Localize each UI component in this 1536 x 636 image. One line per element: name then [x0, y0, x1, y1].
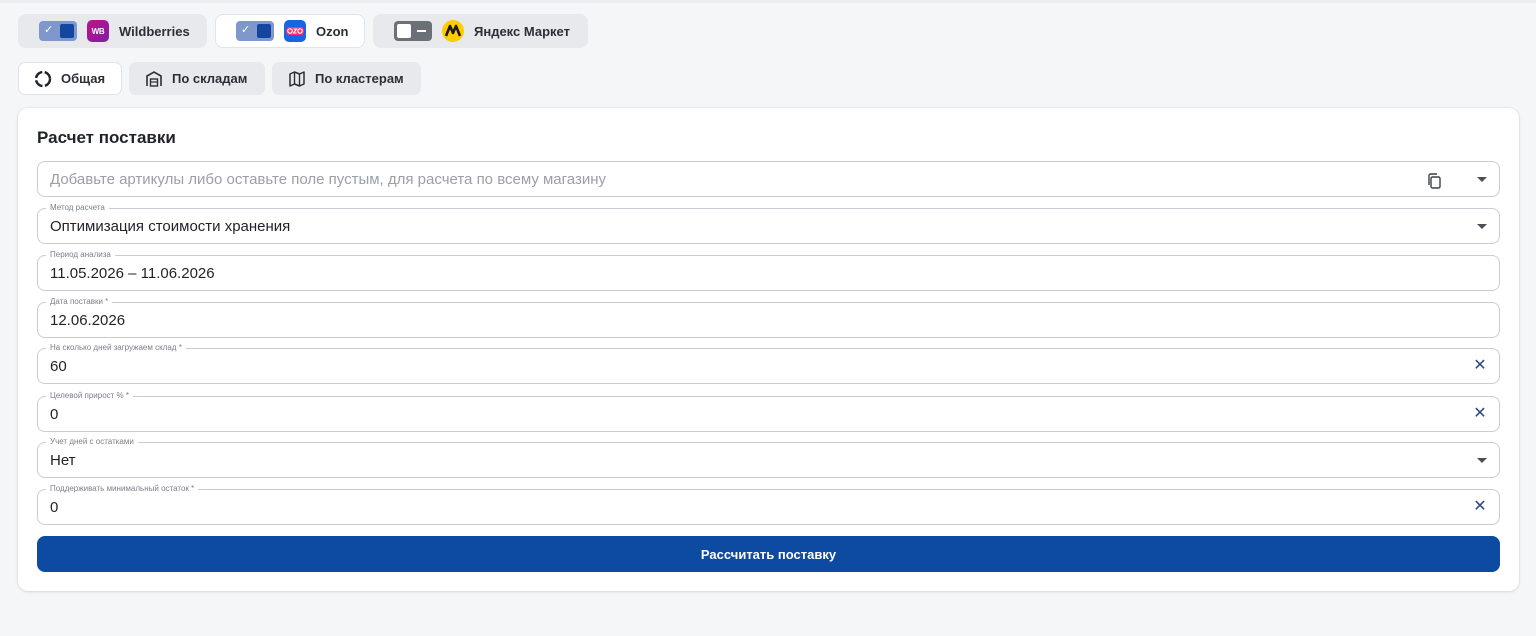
- days-stock-label: На сколько дней загружаем склад *: [46, 343, 186, 353]
- calculate-supply-button[interactable]: Рассчитать поставку: [37, 536, 1500, 572]
- card-title: Расчет поставки: [37, 128, 176, 147]
- ozon-switch[interactable]: ✓: [236, 21, 274, 41]
- wildberries-logo-icon: WB: [87, 20, 109, 42]
- period-label: Период анализа: [46, 250, 115, 260]
- growth-field[interactable]: Целевой прирост % * 0 ✕: [37, 391, 1500, 432]
- method-label: Метод расчета: [46, 203, 109, 213]
- copy-icon[interactable]: [1427, 173, 1441, 189]
- articles-input[interactable]: [50, 171, 1350, 188]
- clear-icon[interactable]: ✕: [1473, 499, 1487, 515]
- yandex-market-logo-icon: [442, 20, 464, 42]
- marketplace-label: Ozon: [316, 23, 349, 39]
- tab-label: По складам: [172, 71, 248, 86]
- clear-icon[interactable]: ✕: [1473, 406, 1487, 422]
- top-divider: [0, 0, 1536, 3]
- marketplace-label: Яндекс Маркет: [474, 23, 570, 39]
- stock-days-select[interactable]: Учет дней с остатками Нет: [37, 437, 1500, 478]
- marketplace-yandex-market[interactable]: Яндекс Маркет: [373, 14, 588, 48]
- chevron-down-icon[interactable]: [1477, 224, 1487, 229]
- supply-calculation-card: Расчет поставки Метод расчета Оптимизаци…: [18, 108, 1519, 591]
- days-stock-value: 60: [50, 358, 67, 375]
- delivery-date-label: Дата поставки *: [46, 297, 113, 307]
- days-stock-field[interactable]: На сколько дней загружаем склад * 60 ✕: [37, 343, 1500, 384]
- articles-field[interactable]: [37, 161, 1500, 197]
- delivery-date-field[interactable]: Дата поставки * 12.06.2026: [37, 297, 1500, 338]
- growth-label: Целевой прирост % *: [46, 391, 134, 401]
- chevron-down-icon[interactable]: [1477, 177, 1487, 182]
- stock-days-value: Нет: [50, 452, 76, 469]
- growth-value: 0: [50, 406, 59, 423]
- ozon-logo-icon: [284, 20, 306, 42]
- period-value: 11.05.2026 – 11.06.2026: [50, 265, 215, 282]
- check-icon: ✓: [44, 24, 54, 36]
- warehouse-icon: [146, 70, 162, 87]
- min-stock-value: 0: [50, 499, 59, 516]
- min-stock-field[interactable]: Поддерживать минимальный остаток * 0 ✕: [37, 484, 1500, 525]
- tab-label: Общая: [61, 71, 106, 86]
- tab-by-warehouses[interactable]: По складам: [129, 62, 265, 95]
- view-tabs: Общая По складам По кластерам: [18, 62, 421, 95]
- marketplace-label: Wildberries: [119, 23, 190, 39]
- map-icon: [289, 70, 305, 87]
- period-field[interactable]: Период анализа 11.05.2026 – 11.06.2026: [37, 250, 1500, 291]
- wildberries-switch[interactable]: ✓: [39, 21, 77, 41]
- clear-icon[interactable]: ✕: [1473, 358, 1487, 374]
- method-value: Оптимизация стоимости хранения: [50, 218, 291, 235]
- delivery-date-value: 12.06.2026: [50, 312, 126, 329]
- min-stock-label: Поддерживать минимальный остаток *: [46, 484, 199, 494]
- method-select[interactable]: Метод расчета Оптимизация стоимости хран…: [37, 203, 1500, 244]
- marketplace-toggles: ✓ WB Wildberries ✓ Ozon Яндекс Маркет: [18, 14, 588, 48]
- marketplace-ozon[interactable]: ✓ Ozon: [215, 14, 365, 48]
- tab-label: По кластерам: [315, 71, 404, 86]
- circle-dashed-icon: [34, 70, 52, 87]
- stock-days-label: Учет дней с остатками: [46, 437, 138, 447]
- marketplace-wildberries[interactable]: ✓ WB Wildberries: [18, 14, 207, 48]
- tab-general[interactable]: Общая: [18, 62, 122, 95]
- check-icon: ✓: [241, 24, 251, 36]
- tab-by-clusters[interactable]: По кластерам: [272, 62, 421, 95]
- yandex-market-switch[interactable]: [394, 21, 432, 41]
- chevron-down-icon[interactable]: [1477, 458, 1487, 463]
